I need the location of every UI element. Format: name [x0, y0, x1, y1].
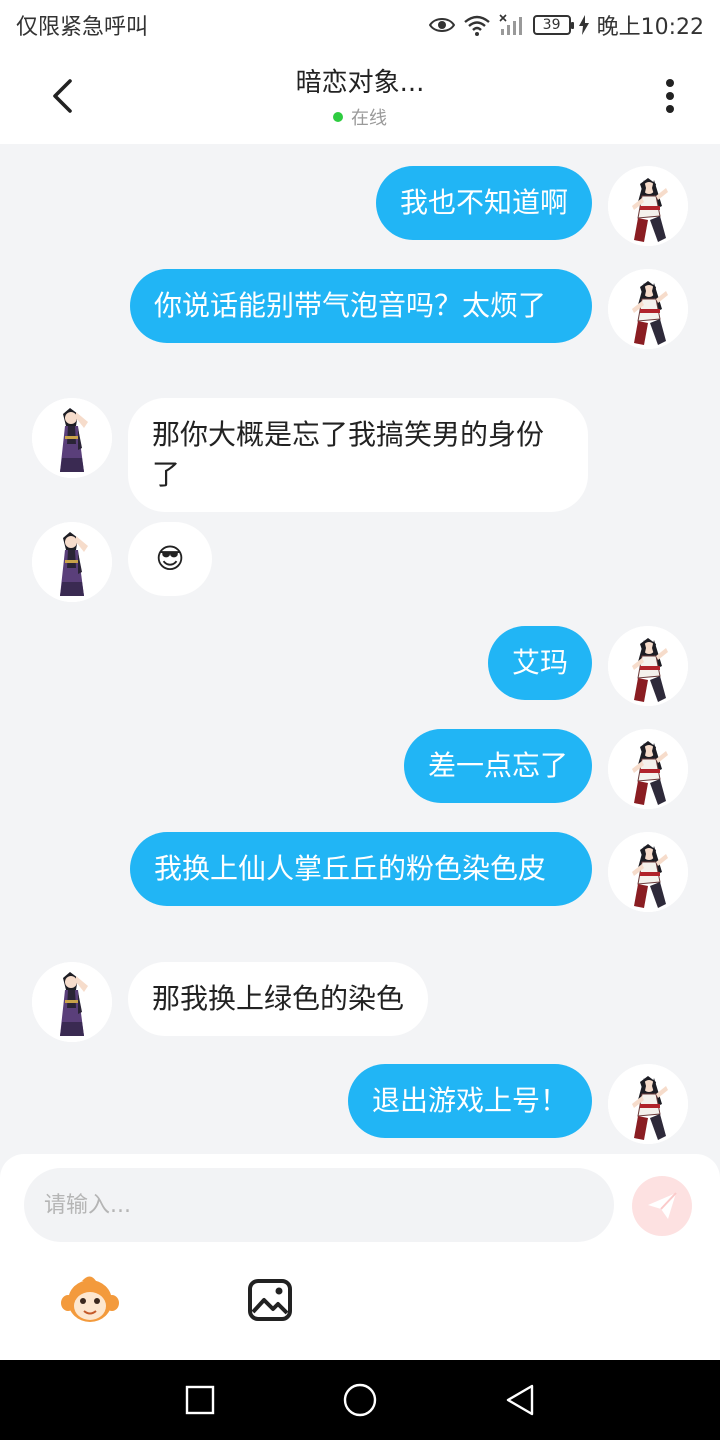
- header-title-group: 暗恋对象... 在线: [160, 68, 560, 130]
- avatar[interactable]: [608, 832, 688, 912]
- avatar[interactable]: [32, 522, 112, 602]
- message-list[interactable]: 我也不知道啊 你说话能别带气泡音吗？太烦了 那你大概是忘了我搞笑男的身份了 😎 …: [0, 144, 720, 1154]
- image-picker-button[interactable]: [244, 1274, 296, 1326]
- message-bubble[interactable]: 退出游戏上号！: [347, 1064, 592, 1138]
- home-button[interactable]: [338, 1378, 382, 1422]
- online-status-text: 在线: [351, 108, 387, 129]
- message-composer: [0, 1154, 720, 1360]
- message-input[interactable]: [24, 1168, 614, 1242]
- avatar[interactable]: [608, 1064, 688, 1144]
- message-bubble[interactable]: 那我换上绿色的染色: [128, 962, 429, 1036]
- avatar[interactable]: [32, 962, 112, 1042]
- send-button[interactable]: [632, 1176, 692, 1236]
- chat-header: 暗恋对象... 在线: [0, 50, 720, 144]
- charging-icon: [578, 15, 589, 35]
- back-icon: [506, 1384, 534, 1416]
- avatar[interactable]: [608, 269, 688, 349]
- avatar[interactable]: [32, 398, 112, 478]
- wifi-icon: [463, 14, 491, 36]
- carrier-text: 仅限紧急呼叫: [16, 15, 149, 40]
- avatar[interactable]: [608, 166, 688, 246]
- online-dot-icon: [333, 112, 343, 122]
- emoji-button[interactable]: [58, 1270, 122, 1330]
- avatar[interactable]: [608, 626, 688, 706]
- status-bar: 仅限紧急呼叫 39 晚上10:22: [0, 0, 720, 50]
- more-options-button[interactable]: [646, 72, 694, 120]
- message-bubble[interactable]: 我换上仙人掌丘丘的粉色染色皮: [130, 832, 592, 906]
- back-button[interactable]: [36, 70, 88, 122]
- online-status: 在线: [333, 104, 387, 130]
- eye-icon: [428, 15, 455, 35]
- home-icon: [343, 1383, 377, 1417]
- contact-name: 暗恋对象...: [295, 68, 425, 98]
- message-bubble[interactable]: 我也不知道啊: [375, 166, 592, 240]
- more-vertical-icon: [666, 79, 674, 113]
- message-bubble[interactable]: 你说话能别带气泡音吗？太烦了: [130, 269, 592, 343]
- battery-icon: 39: [532, 15, 574, 35]
- system-nav-bar: [0, 1360, 720, 1440]
- send-icon: [648, 1192, 677, 1219]
- message-bubble[interactable]: 那你大概是忘了我搞笑男的身份了: [128, 398, 588, 512]
- clock: 晚上10:22: [596, 15, 704, 40]
- avatar[interactable]: [608, 729, 688, 809]
- signal-icon: [499, 14, 525, 36]
- status-icons: 39 晚上10:22: [428, 9, 704, 41]
- chevron-left-icon: [53, 79, 72, 113]
- message-bubble[interactable]: 差一点忘了: [403, 729, 592, 803]
- monkey-emoji-icon: [61, 1276, 119, 1322]
- recent-apps-button[interactable]: [178, 1378, 222, 1422]
- recent-apps-icon: [185, 1385, 215, 1415]
- nav-back-button[interactable]: [498, 1378, 542, 1422]
- emoji-message-bubble[interactable]: 😎: [128, 522, 212, 596]
- message-bubble[interactable]: 艾玛: [487, 626, 592, 700]
- image-icon: [248, 1279, 292, 1321]
